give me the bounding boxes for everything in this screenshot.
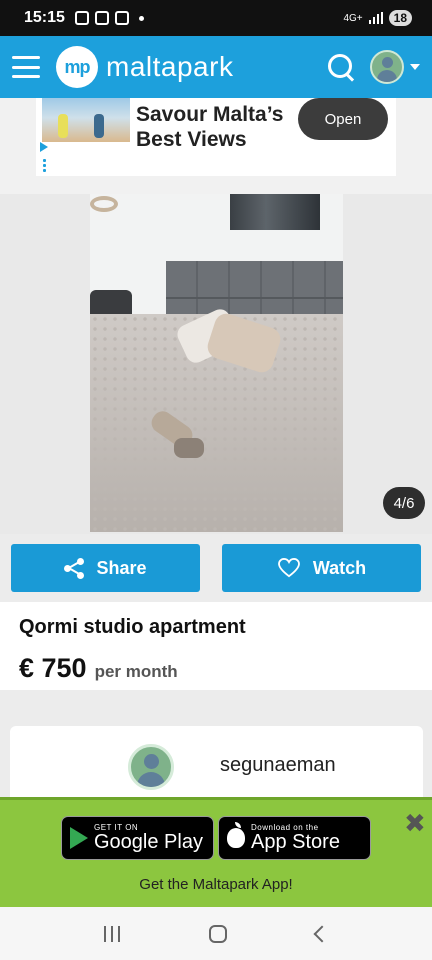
share-button[interactable]: Share (11, 544, 200, 592)
watch-button[interactable]: Watch (222, 544, 421, 592)
back-icon[interactable] (313, 925, 331, 942)
ad-choices-icon[interactable] (40, 142, 50, 152)
signal-icon (368, 12, 383, 24)
more-notifications-icon (138, 15, 144, 21)
promo-text[interactable]: Get the Maltapark App! (0, 876, 432, 893)
system-icons: 4G+ 18 (343, 10, 412, 26)
price: € 750 (19, 653, 87, 683)
towel (174, 438, 204, 458)
watch-label: Watch (312, 557, 367, 578)
price-line: € 750 per month (19, 653, 413, 684)
recent-apps-icon[interactable] (104, 925, 121, 942)
app-promo-banner: GET IT ON Google Play Download on the Ap… (0, 797, 432, 907)
ad-banner-area: Savour Malta’s Best Views Open (0, 98, 432, 194)
action-buttons: Share Watch (0, 534, 432, 602)
seller-card[interactable]: segunaeman (10, 726, 423, 806)
wall-decor (90, 196, 118, 212)
logo[interactable]: mp maltapark (56, 46, 233, 88)
app-header: mp maltapark (0, 36, 432, 98)
listing-info: Qormi studio apartment € 750 per month (0, 602, 432, 690)
contact-icon (94, 11, 109, 25)
google-play-icon (70, 827, 88, 849)
battery-level: 18 (388, 10, 412, 26)
ad-image[interactable] (42, 98, 130, 142)
wall-art (230, 194, 320, 230)
seller-name[interactable]: segunaeman (220, 754, 336, 777)
price-unit: per month (94, 662, 178, 681)
photo-gallery[interactable]: 4/6 (0, 194, 432, 534)
system-nav-bar (0, 907, 432, 960)
user-avatar[interactable] (370, 50, 404, 84)
seller-avatar[interactable] (128, 744, 174, 790)
home-icon[interactable] (208, 924, 227, 943)
logo-mark: mp (56, 46, 98, 88)
menu-icon[interactable] (12, 56, 40, 78)
status-bar: 15:15 4G+ 18 (0, 0, 432, 36)
heart-icon (277, 558, 300, 578)
chevron-down-icon[interactable] (410, 64, 420, 70)
notification-icons (74, 11, 144, 25)
ad-headline[interactable]: Savour Malta’s Best Views (136, 102, 296, 152)
network-type: 4G+ (343, 12, 363, 24)
photo-counter: 4/6 (383, 487, 425, 519)
close-icon[interactable]: ✖ (404, 810, 426, 836)
ad-open-button[interactable]: Open (298, 98, 388, 140)
share-icon (64, 558, 85, 579)
screenshot-icon (74, 11, 89, 25)
status-time: 15:15 (24, 9, 65, 26)
google-play-text: Google Play (94, 831, 203, 853)
app-store-button[interactable]: Download on the App Store (218, 816, 371, 860)
check-icon (114, 11, 129, 25)
app-store-text: App Store (251, 831, 340, 853)
google-play-button[interactable]: GET IT ON Google Play (61, 816, 214, 860)
logo-text: maltapark (106, 51, 234, 82)
ad-banner[interactable]: Savour Malta’s Best Views Open (36, 98, 396, 176)
listing-title: Qormi studio apartment (19, 616, 246, 638)
ad-menu-icon[interactable] (43, 158, 46, 172)
search-icon[interactable] (326, 52, 356, 82)
listing-photo[interactable] (90, 194, 343, 532)
share-label: Share (96, 557, 147, 578)
apple-icon (227, 822, 245, 848)
